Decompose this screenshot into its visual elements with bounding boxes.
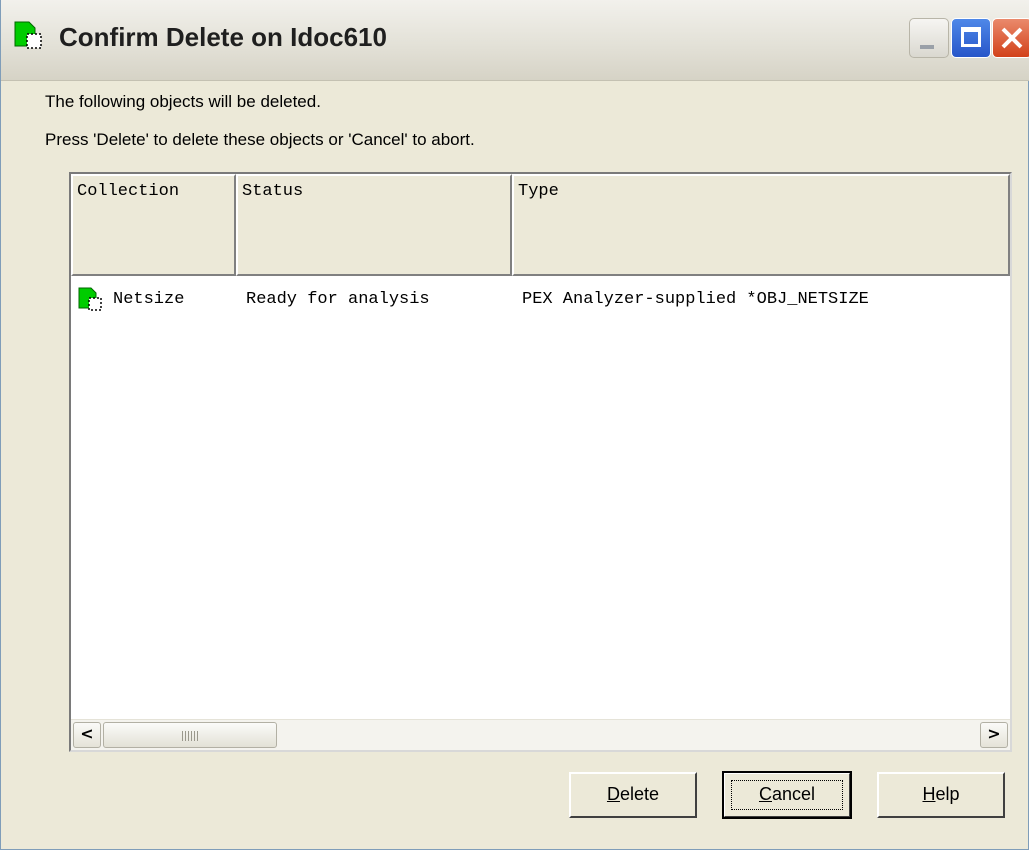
grip-icon [182, 731, 200, 741]
maximize-icon [961, 27, 981, 47]
maximize-button[interactable] [951, 18, 991, 58]
collection-icon [78, 287, 102, 311]
cell-collection: Netsize [113, 290, 185, 309]
cell-status: Ready for analysis [246, 290, 430, 309]
close-icon [1001, 27, 1023, 49]
objects-table[interactable]: Collection Status Type Netsize Ready for… [69, 172, 1012, 752]
help-label: elp [935, 784, 960, 804]
title-bar[interactable]: Confirm Delete on Idoc610 [1, 0, 1029, 81]
horizontal-scrollbar[interactable]: < > [71, 719, 1010, 750]
close-button[interactable] [992, 18, 1029, 58]
chevron-right-icon: > [987, 724, 1001, 743]
minimize-button[interactable] [909, 18, 949, 58]
delete-button[interactable]: Delete [569, 772, 697, 818]
cell-type: PEX Analyzer-supplied *OBJ_NETSIZE [522, 290, 869, 309]
cancel-button[interactable]: Cancel [722, 771, 852, 819]
chevron-left-icon: < [80, 724, 94, 743]
delete-mnemonic: D [606, 784, 620, 804]
minimize-icon [920, 45, 934, 49]
scroll-left-button[interactable]: < [73, 722, 101, 748]
scroll-right-button[interactable]: > [980, 722, 1008, 748]
delete-label: elete [619, 784, 660, 804]
message-line-1: The following objects will be deleted. [45, 92, 321, 111]
column-header-status[interactable]: Status [236, 174, 512, 276]
focus-rect [731, 780, 843, 810]
help-mnemonic: H [922, 784, 936, 804]
confirm-delete-dialog: Confirm Delete on Idoc610 The following … [0, 0, 1029, 850]
help-button[interactable]: Help [877, 772, 1005, 818]
window-title: Confirm Delete on Idoc610 [59, 22, 387, 52]
column-header-type[interactable]: Type [512, 174, 1010, 276]
message-line-2: Press 'Delete' to delete these objects o… [45, 130, 475, 149]
table-header: Collection Status Type [71, 174, 1010, 276]
column-header-collection[interactable]: Collection [71, 174, 236, 276]
scrollbar-thumb[interactable] [103, 722, 277, 748]
collection-icon [14, 21, 42, 49]
table-row[interactable]: Netsize Ready for analysis PEX Analyzer-… [71, 282, 1010, 322]
